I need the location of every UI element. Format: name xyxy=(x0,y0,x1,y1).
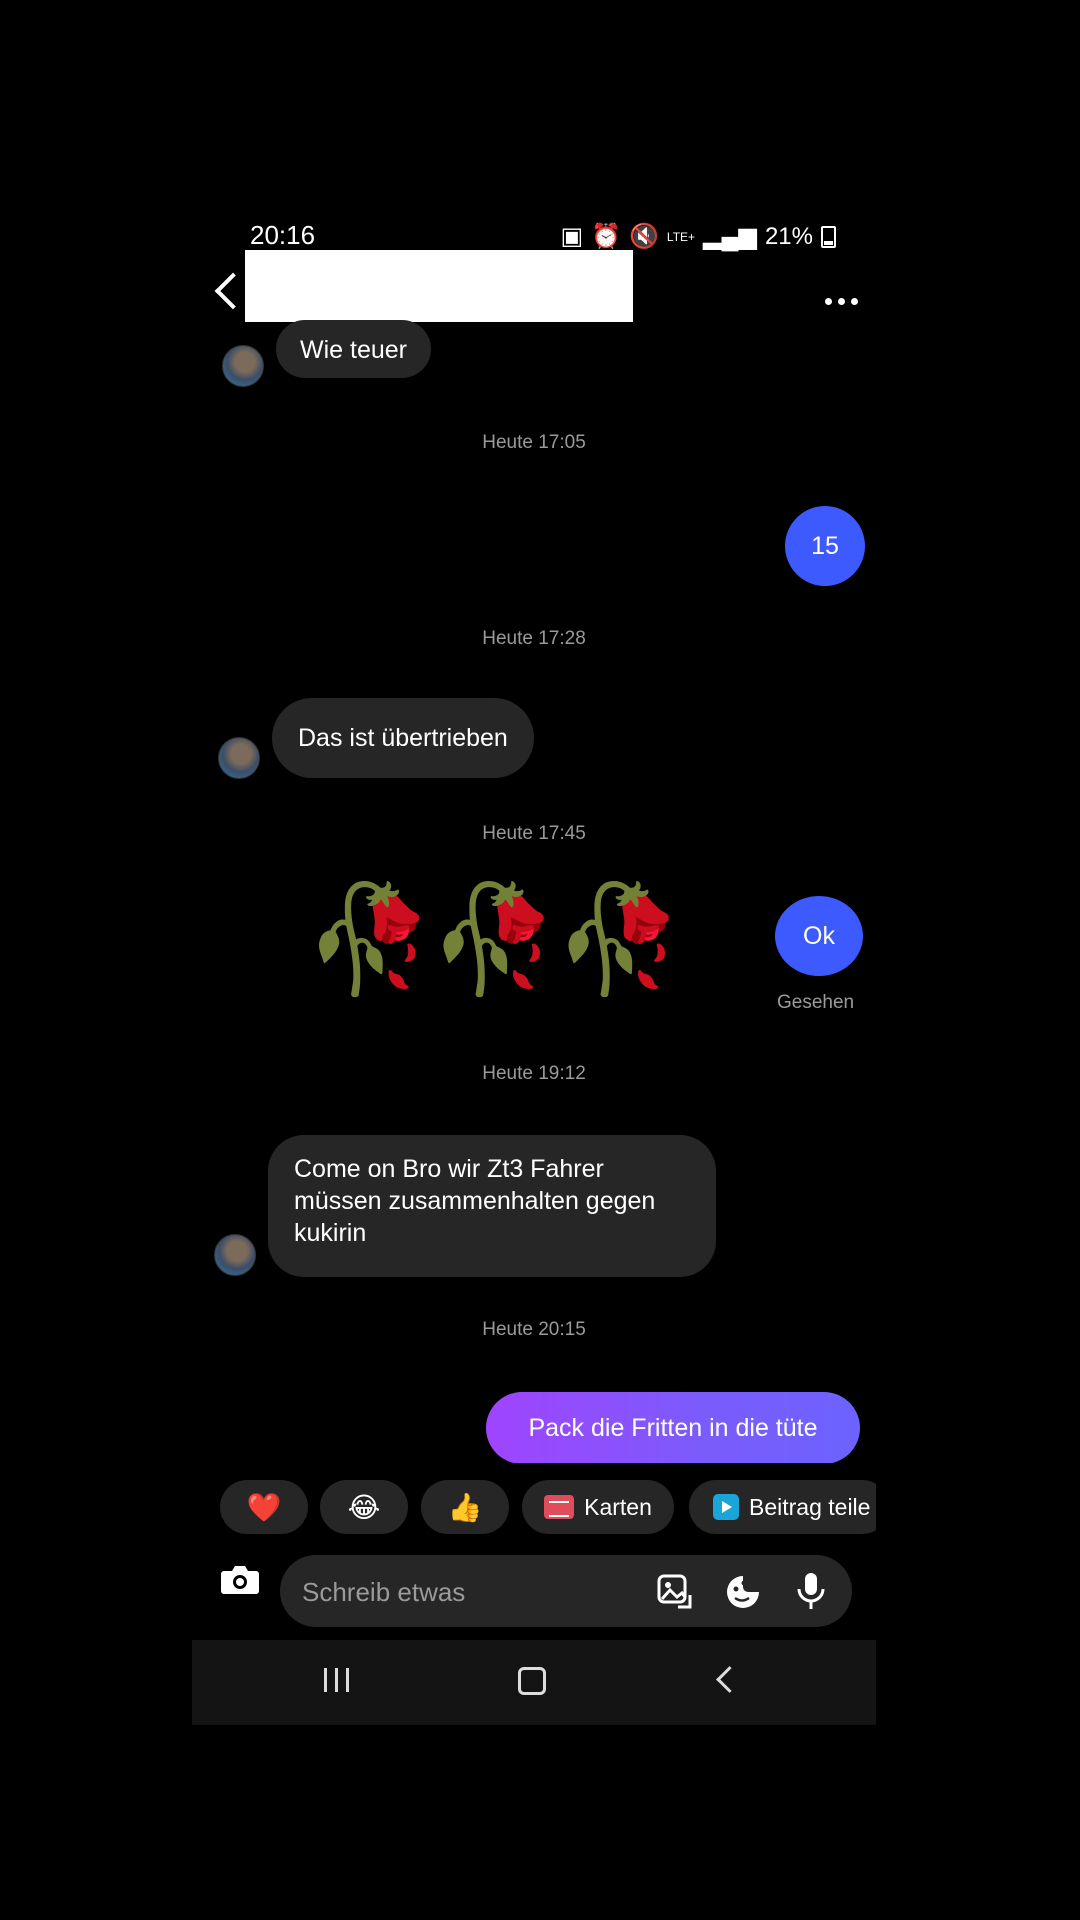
share-post-icon xyxy=(713,1494,739,1520)
timestamp: Heute 20:15 xyxy=(482,1319,586,1340)
contact-avatar[interactable] xyxy=(218,737,260,779)
message-text: 15 xyxy=(811,531,839,560)
sim-icon: ▣ xyxy=(560,223,584,250)
card-icon xyxy=(544,1495,575,1519)
message-text: Pack die Fritten in die tüte xyxy=(528,1413,818,1442)
signal-icon: ▂▄▆ xyxy=(703,223,757,250)
microphone-icon[interactable] xyxy=(792,1571,830,1611)
thumbs-up-reaction-button[interactable]: 👍 xyxy=(421,1480,509,1534)
beitrag-teilen-button[interactable]: Beitrag teile xyxy=(689,1480,876,1534)
outgoing-message[interactable]: 15 xyxy=(785,506,865,586)
timestamp: Heute 17:05 xyxy=(482,432,586,453)
sticker-icon[interactable] xyxy=(724,1573,762,1611)
timestamp: Heute 17:28 xyxy=(482,628,586,649)
heart-emoji-icon: ❤️ xyxy=(246,1491,282,1523)
status-time: 20:16 xyxy=(250,220,316,250)
thumbs-up-emoji-icon: 👍 xyxy=(447,1491,483,1523)
outgoing-message[interactable]: Ok xyxy=(775,896,863,976)
beitrag-label: Beitrag teile xyxy=(749,1493,871,1520)
battery-icon xyxy=(821,225,836,248)
timestamp: Heute 19:12 xyxy=(482,1063,586,1084)
recent-apps-icon[interactable] xyxy=(324,1668,349,1692)
more-options-icon[interactable] xyxy=(825,298,858,305)
redacted-contact-name xyxy=(245,250,633,322)
network-label: LTE+ xyxy=(666,229,696,244)
incoming-message[interactable]: Wie teuer xyxy=(276,320,431,378)
outgoing-message[interactable]: Pack die Fritten in die tüte xyxy=(486,1392,860,1464)
system-nav-bar xyxy=(192,1640,876,1725)
message-input[interactable] xyxy=(300,1571,634,1613)
status-icons: ▣ ⏰ 🔇 LTE+ ▂▄▆ 21% xyxy=(560,222,836,251)
incoming-message[interactable]: Come on Bro wir Zt3 Fahrer müssen zusamm… xyxy=(268,1135,716,1277)
phone-screen: 20:16 ▣ ⏰ 🔇 LTE+ ▂▄▆ 21% Wie teuer Heute… xyxy=(192,210,876,1725)
alarm-icon: ⏰ xyxy=(591,223,622,250)
battery-label: 21% xyxy=(764,222,813,250)
incoming-message[interactable]: Das ist übertrieben xyxy=(272,698,534,778)
message-composer[interactable] xyxy=(280,1555,852,1627)
laugh-reaction-button[interactable]: 😂 xyxy=(320,1480,408,1534)
timestamp: Heute 17:45 xyxy=(482,823,586,844)
home-icon[interactable] xyxy=(518,1667,546,1695)
heart-reaction-button[interactable]: ❤️ xyxy=(220,1480,308,1534)
gallery-icon[interactable] xyxy=(656,1573,694,1611)
message-text: Das ist übertrieben xyxy=(298,724,508,752)
contact-avatar[interactable] xyxy=(222,345,264,387)
wilted-rose-emoji-message[interactable]: 🥀🥀🥀 xyxy=(304,875,684,1005)
nav-back-icon[interactable] xyxy=(716,1666,743,1693)
message-text: Ok xyxy=(803,921,835,950)
karten-button[interactable]: Karten xyxy=(522,1480,674,1534)
contact-avatar[interactable] xyxy=(214,1234,256,1276)
laughing-emoji-icon: 😂 xyxy=(347,1491,381,1523)
camera-icon[interactable] xyxy=(220,1565,260,1595)
mute-icon: 🔇 xyxy=(629,223,659,250)
karten-label: Karten xyxy=(584,1493,652,1520)
message-text: Come on Bro wir Zt3 Fahrer müssen zusamm… xyxy=(294,1155,656,1247)
message-text: Wie teuer xyxy=(300,336,407,364)
seen-indicator: Gesehen xyxy=(777,992,855,1013)
